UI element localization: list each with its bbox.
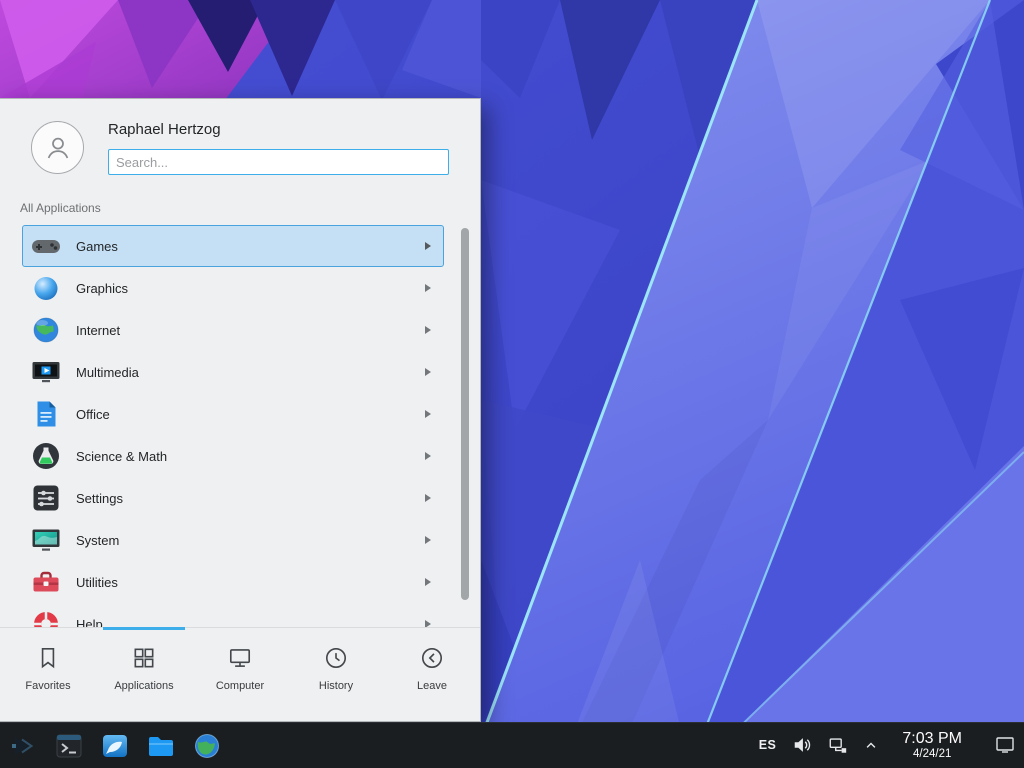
tab-computer[interactable]: Computer [192, 628, 288, 721]
date-label: 4/24/21 [913, 748, 951, 761]
category-games[interactable]: Games [22, 225, 444, 267]
chevron-right-icon [424, 535, 432, 545]
dolphin-file-manager-icon [100, 731, 130, 761]
monitor-play-icon [30, 356, 62, 388]
category-label: Graphics [76, 281, 128, 296]
terminal-app-button[interactable] [54, 731, 84, 761]
leave-icon [419, 645, 445, 671]
volume-button[interactable] [792, 735, 812, 755]
chevron-right-icon [424, 367, 432, 377]
category-label: Internet [76, 323, 120, 338]
category-label: Games [76, 239, 118, 254]
keyboard-layout-indicator[interactable]: ES [759, 738, 777, 752]
chevron-right-icon [424, 577, 432, 587]
clock-icon [323, 645, 349, 671]
expander-arrow-icon [864, 738, 878, 752]
show-desktop-button[interactable] [994, 735, 1016, 755]
category-label: Multimedia [76, 365, 139, 380]
grid-icon [131, 645, 157, 671]
chevron-right-icon [424, 493, 432, 503]
app-launcher-button[interactable] [8, 731, 38, 761]
category-settings[interactable]: Settings [22, 477, 444, 519]
tray-expander-button[interactable] [864, 738, 878, 752]
tab-applications[interactable]: Applications [96, 628, 192, 721]
network-button[interactable] [828, 735, 848, 755]
show-desktop-icon [994, 735, 1016, 755]
tab-label: Leave [417, 680, 447, 692]
tab-label: Applications [114, 680, 173, 692]
user-name: Raphael Hertzog [108, 121, 221, 138]
globe-icon [30, 314, 62, 346]
search-input[interactable] [108, 149, 449, 175]
folder-icon [146, 731, 176, 761]
tab-label: Computer [216, 680, 264, 692]
category-label: System [76, 533, 119, 548]
tab-label: History [319, 680, 353, 692]
browser-app-button[interactable] [192, 731, 222, 761]
computer-icon [227, 645, 253, 671]
category-graphics[interactable]: Graphics [22, 267, 444, 309]
bookmark-icon [35, 645, 61, 671]
chevron-right-icon [424, 451, 432, 461]
chevron-right-icon [424, 283, 432, 293]
flask-icon [30, 440, 62, 472]
category-help[interactable]: Help [22, 603, 444, 629]
category-list: Games Graphics [0, 225, 458, 629]
dolphin-app-button[interactable] [100, 731, 130, 761]
section-label: All Applications [20, 201, 101, 215]
tab-favorites[interactable]: Favorites [0, 628, 96, 721]
category-label: Science & Math [76, 449, 167, 464]
chevron-right-icon [424, 325, 432, 335]
category-internet[interactable]: Internet [22, 309, 444, 351]
category-label: Utilities [76, 575, 118, 590]
user-icon [43, 133, 73, 163]
application-launcher-menu: Raphael Hertzog All Applications Games [0, 98, 481, 722]
clock-widget[interactable]: 7:03 PM 4/24/21 [902, 730, 962, 762]
chevron-right-icon [424, 409, 432, 419]
tab-history[interactable]: History [288, 628, 384, 721]
tab-label: Favorites [25, 680, 70, 692]
category-multimedia[interactable]: Multimedia [22, 351, 444, 393]
folder-app-button[interactable] [146, 731, 176, 761]
system-monitor-icon [30, 524, 62, 556]
list-scrollbar[interactable] [461, 228, 469, 600]
category-system[interactable]: System [22, 519, 444, 561]
category-label: Settings [76, 491, 123, 506]
sphere-icon [30, 272, 62, 304]
category-label: Office [76, 407, 110, 422]
lifebuoy-icon [30, 608, 62, 629]
chevron-right-icon [424, 241, 432, 251]
tab-leave[interactable]: Leave [384, 628, 480, 721]
terminal-icon [54, 731, 84, 761]
document-icon [30, 398, 62, 430]
wired-network-icon [828, 735, 848, 755]
sliders-icon [30, 482, 62, 514]
launcher-tabstrip: Favorites Applications Computer [0, 627, 480, 721]
app-launcher-icon [8, 731, 38, 761]
taskbar: ES 7:03 PM 4/24/21 [0, 722, 1024, 768]
category-science-math[interactable]: Science & Math [22, 435, 444, 477]
web-browser-icon [192, 731, 222, 761]
category-office[interactable]: Office [22, 393, 444, 435]
gamepad-icon [30, 230, 62, 262]
category-utilities[interactable]: Utilities [22, 561, 444, 603]
toolbox-icon [30, 566, 62, 598]
time-label: 7:03 PM [902, 730, 962, 748]
user-avatar [31, 121, 84, 174]
desktop: Raphael Hertzog All Applications Games [0, 0, 1024, 768]
volume-icon [792, 735, 812, 755]
